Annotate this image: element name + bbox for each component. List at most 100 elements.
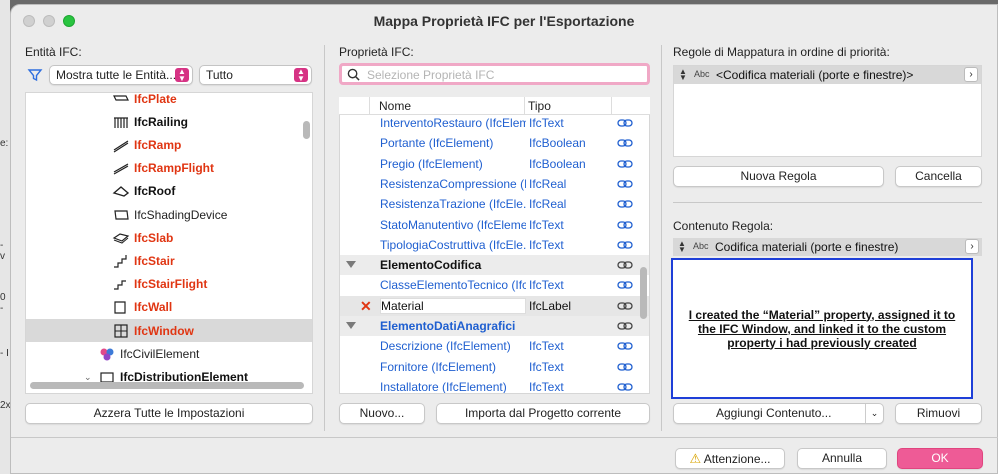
tree-item-label: IfcRoof [134, 183, 176, 198]
link-icon[interactable] [617, 300, 633, 312]
window-title: Mappa Proprietà IFC per l'Esportazione [373, 13, 635, 29]
disclosure-triangle-icon[interactable] [346, 261, 356, 269]
tree-item-label: IfcPlate [134, 92, 177, 106]
panel-divider [661, 45, 662, 431]
column-header-type[interactable]: Tipo [528, 99, 551, 113]
new-rule-button[interactable]: Nuova Regola [673, 166, 884, 187]
tree-item-ifcrailing[interactable]: IfcRailing [26, 110, 312, 133]
tree-item-ifcstair[interactable]: IfcStair [26, 249, 312, 272]
property-row[interactable]: Fornitore (IfcElement) IfcText [340, 357, 649, 377]
property-group-row[interactable]: ElementoDatiAnagrafici [340, 316, 649, 336]
column-header-name[interactable]: Nome [379, 99, 411, 113]
import-from-project-button[interactable]: Importa dal Progetto corrente [436, 403, 650, 424]
link-icon[interactable] [617, 137, 633, 149]
chevron-down-icon[interactable]: ⌄ [865, 404, 883, 423]
property-row[interactable]: ClasseElementoTecnico (Ifc... IfcText [340, 275, 649, 295]
show-entities-popup[interactable]: Mostra tutte le Entità... ▲ ▼ [49, 65, 193, 85]
property-type: IfcReal [529, 176, 567, 191]
link-icon[interactable] [617, 219, 633, 231]
ok-button[interactable]: OK [897, 448, 983, 469]
link-icon[interactable] [617, 320, 633, 332]
mapping-rules-list[interactable]: ▲ ▼ Abc <Codifica materiali (porte e fine… [673, 65, 982, 157]
show-entities-value: Mostra tutte le Entità... [56, 68, 177, 82]
link-icon[interactable] [617, 259, 633, 271]
new-property-button[interactable]: Nuovo... [339, 403, 425, 424]
property-row[interactable]: ResistenzaCompressione (I... IfcReal [340, 174, 649, 194]
link-icon[interactable] [617, 279, 633, 291]
tree-item-ifccivilelement[interactable]: IfcCivilElement [26, 342, 312, 365]
remove-content-button[interactable]: Rimuovi [895, 403, 982, 424]
tree-item-ifcplate[interactable]: IfcPlate [26, 92, 312, 110]
rule-content-item[interactable]: ▲ ▼ Abc Codifica materiali (porte e fines… [673, 238, 982, 256]
property-row[interactable]: InterventoRestauro (IfcElem... IfcText [340, 115, 649, 133]
add-content-button[interactable]: Aggiungi Contenuto... ⌄ [673, 403, 884, 424]
chevron-right-icon[interactable]: › [964, 67, 978, 82]
annotation-box: I created the “Material” property, assig… [671, 258, 973, 399]
property-row[interactable]: ✕ Material IfcLabel [340, 295, 649, 316]
tree-item-label: IfcRampFlight [134, 160, 214, 175]
stair-icon [112, 253, 130, 269]
tree-item-ifcshadingdevice[interactable]: IfcShadingDevice [26, 203, 312, 226]
tree-item-label: IfcSlab [134, 230, 174, 245]
warning-label: Attenzione... [703, 452, 771, 466]
shading-device-icon [112, 207, 130, 223]
tree-vertical-scrollbar[interactable] [303, 121, 310, 139]
tree-item-ifcslab[interactable]: IfcSlab [26, 226, 312, 249]
link-icon[interactable] [617, 340, 633, 352]
entities-tree[interactable]: ⌄ IfcDistributionElement IfcCivilElement If… [25, 92, 313, 394]
scope-popup[interactable]: Tutto ▲ ▼ [199, 65, 312, 85]
reorder-handle-icon[interactable]: ▲ ▼ [679, 68, 687, 82]
property-name: StatoManutentivo (IfcEleme... [380, 217, 526, 232]
property-group-row[interactable]: ElementoCodifica [340, 255, 649, 276]
tree-item-ifcwindow[interactable]: IfcWindow [26, 319, 312, 342]
link-icon[interactable] [617, 381, 633, 393]
popup-arrows-icon: ▲ ▼ [294, 68, 308, 83]
add-content-label: Aggiungi Contenuto... [716, 406, 832, 420]
delete-rule-button[interactable]: Cancella [895, 166, 982, 187]
tree-horizontal-scrollbar[interactable] [30, 382, 304, 389]
property-name: Fornitore (IfcElement) [380, 359, 497, 374]
delete-property-icon[interactable]: ✕ [360, 298, 372, 315]
warning-icon: ⚠ [689, 451, 702, 466]
link-icon[interactable] [617, 158, 633, 170]
property-type: IfcText [529, 339, 564, 354]
funnel-icon[interactable] [27, 67, 43, 83]
warning-button[interactable]: ⚠ Attenzione... [675, 448, 785, 469]
property-name: TipologiaCostruttiva (IfcEle... [380, 237, 526, 252]
property-type: IfcBoolean [529, 136, 586, 151]
property-type: IfcText [529, 116, 564, 130]
reorder-handle-icon[interactable]: ▲ ▼ [678, 240, 686, 254]
search-icon [347, 68, 360, 81]
property-search-field[interactable]: Selezione Proprietà IFC [339, 63, 650, 85]
mapping-rules-label: Regole di Mappatura in ordine di priorit… [673, 45, 890, 59]
link-icon[interactable] [617, 198, 633, 210]
tree-item-ifcstairflight[interactable]: IfcStairFlight [26, 272, 312, 295]
link-icon[interactable] [617, 361, 633, 373]
property-row[interactable]: Descrizione (IfcElement) IfcText [340, 336, 649, 356]
cancel-button[interactable]: Annulla [797, 448, 887, 469]
tree-item-ifcroof[interactable]: IfcRoof [26, 179, 312, 202]
reset-all-settings-button[interactable]: Azzera Tutte le Impostazioni [25, 403, 313, 424]
bg-fragment: 0 - [0, 292, 6, 314]
property-row[interactable]: ResistenzaTrazione (IfcEle... IfcReal [340, 194, 649, 214]
property-row[interactable]: StatoManutentivo (IfcEleme... IfcText [340, 215, 649, 235]
properties-table[interactable]: Installatore (IfcElement) IfcText Fornitor… [339, 115, 650, 394]
property-row[interactable]: Pregio (IfcElement) IfcBoolean [340, 154, 649, 174]
tree-item-ifcwall[interactable]: IfcWall [26, 295, 312, 318]
panel-divider [324, 45, 325, 431]
link-icon[interactable] [617, 117, 633, 129]
tree-item-ifcrampflight[interactable]: IfcRampFlight [26, 156, 312, 179]
disclosure-triangle-icon[interactable] [346, 322, 356, 329]
link-icon[interactable] [617, 178, 633, 190]
property-row[interactable]: Portante (IfcElement) IfcBoolean [340, 133, 649, 153]
property-name-field[interactable]: Material [380, 297, 526, 314]
table-vertical-scrollbar[interactable] [640, 267, 647, 319]
footer-divider [11, 437, 998, 438]
chevron-right-icon[interactable]: › [965, 239, 979, 254]
property-row[interactable]: Installatore (IfcElement) IfcText [340, 377, 649, 393]
property-row[interactable]: TipologiaCostruttiva (IfcEle... IfcText [340, 235, 649, 255]
rule-item[interactable]: ▲ ▼ Abc <Codifica materiali (porte e fine… [674, 66, 981, 84]
tree-item-ifcramp[interactable]: IfcRamp [26, 133, 312, 156]
tree-item-label: IfcWall [134, 299, 173, 314]
link-icon[interactable] [617, 239, 633, 251]
